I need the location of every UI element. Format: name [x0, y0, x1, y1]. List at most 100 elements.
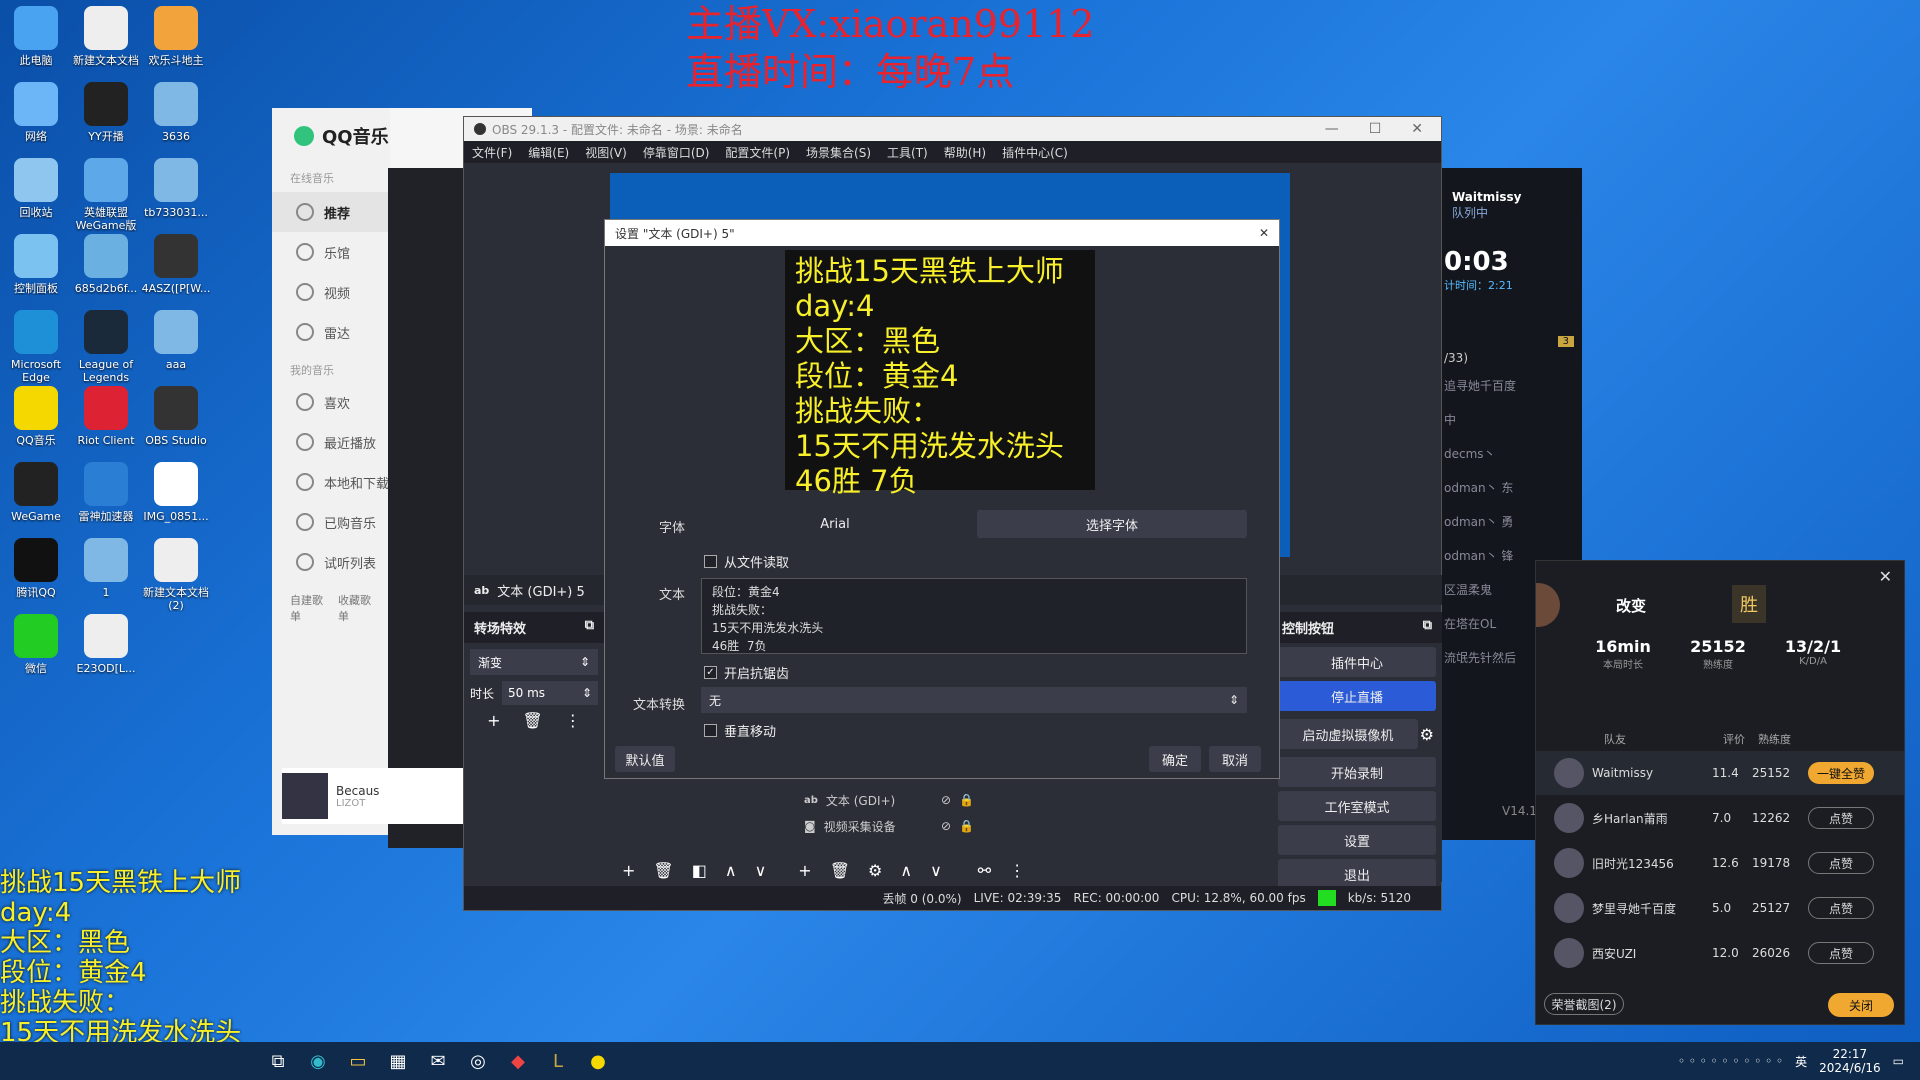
friend-item[interactable]: decms丶 [1442, 437, 1582, 471]
desktop-icon[interactable]: 欢乐斗地主 [137, 6, 215, 67]
more-icon[interactable]: ⋮ [565, 711, 581, 730]
desktop-icon[interactable]: 3636 [137, 82, 215, 143]
menu-item[interactable]: 视图(V) [577, 144, 635, 161]
menu-item[interactable]: 配置文件(P) [717, 144, 798, 161]
sidebar-item[interactable]: 推荐 [272, 192, 390, 232]
clock-date[interactable]: 2024/6/16 [1819, 1061, 1881, 1075]
sidebar-item[interactable]: 乐馆 [272, 232, 390, 272]
menu-item[interactable]: 停靠窗口(D) [635, 144, 718, 161]
trash-icon[interactable]: 🗑 [523, 711, 543, 730]
menu-item[interactable]: 文件(F) [464, 144, 520, 161]
sidebar-item[interactable]: 试听列表 [272, 542, 390, 582]
menu-item[interactable]: 插件中心(C) [994, 144, 1076, 161]
mixer-icon[interactable]: ⚯ [978, 861, 991, 880]
sidebar-item[interactable]: 雷达 [272, 312, 390, 352]
antialias-checkbox[interactable]: ✓ 开启抗锯齿 [704, 663, 789, 682]
studio-mode-button[interactable]: 工作室模式 [1278, 791, 1436, 821]
cancel-button[interactable]: 取消 [1209, 746, 1261, 772]
undock-icon[interactable]: ⧉ [585, 618, 594, 637]
riot-icon[interactable]: ◆ [498, 1042, 538, 1080]
tab-created-playlists[interactable]: 自建歌单 [290, 592, 324, 624]
menu-item[interactable]: 编辑(E) [520, 144, 577, 161]
undock-icon[interactable]: ⧉ [1423, 618, 1432, 637]
qq-music-icon[interactable]: ● [578, 1042, 618, 1080]
friend-item[interactable]: 中 [1442, 403, 1582, 437]
mail-icon[interactable]: ✉ [418, 1042, 458, 1080]
task-view-icon[interactable]: ⧉ [258, 1042, 298, 1080]
sidebar-item[interactable]: 本地和下载 [272, 462, 390, 502]
gear-icon[interactable]: ⚙ [868, 861, 882, 880]
desktop-icon[interactable]: YY开播 [67, 82, 145, 143]
minimize-icon[interactable]: — [1325, 121, 1339, 137]
list-item[interactable]: ab 文本 (GDI+) ⊘ 🔒 [804, 787, 974, 813]
spin-icon[interactable]: ⇕ [582, 686, 592, 700]
desktop-icon[interactable]: 1 [67, 538, 145, 599]
trash-icon[interactable]: 🗑 [830, 861, 850, 880]
ime-indicator[interactable]: 英 [1795, 1053, 1807, 1070]
text-input[interactable]: 段位：黄金4 挑战失败： 15天不用洗发水洗头 46胜 7负 [701, 578, 1247, 654]
lock-icon[interactable]: 🔒 [959, 793, 974, 807]
desktop-icon[interactable]: 英雄联盟WeGame版 [67, 158, 145, 232]
add-icon[interactable]: + [622, 861, 635, 880]
list-item[interactable]: ◙ 视频采集设备 ⊘ 🔒 [804, 813, 974, 839]
desktop-icon[interactable]: WeGame [0, 462, 75, 523]
menu-item[interactable]: 场景集合(S) [798, 144, 879, 161]
more-icon[interactable]: ⋮ [1009, 861, 1025, 880]
desktop-icon[interactable]: 腾讯QQ [0, 538, 75, 599]
read-from-file-checkbox[interactable]: 从文件读取 [704, 552, 789, 571]
plugin-center-button[interactable]: 插件中心 [1278, 647, 1436, 677]
transition-select[interactable]: 渐变 ⇕ [470, 649, 598, 675]
tray-icons[interactable]: ◦ ◦ ◦ ◦ ◦ ◦ ◦ ◦ ◦ ◦ [1678, 1054, 1783, 1068]
obs-icon[interactable]: ◎ [458, 1042, 498, 1080]
up-icon[interactable]: ∧ [725, 861, 737, 880]
desktop-icon[interactable]: 4ASZ([P[W... [137, 234, 215, 295]
trash-icon[interactable]: 🗑 [653, 861, 673, 880]
desktop-icon[interactable]: 685d2b6f... [67, 234, 145, 295]
desktop-icon[interactable]: Microsoft Edge [0, 310, 75, 384]
menu-item[interactable]: 帮助(H) [936, 144, 994, 161]
desktop-icon[interactable]: Riot Client [67, 386, 145, 447]
virtual-camera-button[interactable]: 启动虚拟摄像机 [1278, 719, 1418, 749]
tab-collected-playlists[interactable]: 收藏歌单 [338, 592, 372, 624]
down-icon[interactable]: ∨ [930, 861, 942, 880]
desktop-icon[interactable]: QQ音乐 [0, 386, 75, 447]
lock-icon[interactable]: 🔒 [959, 819, 974, 833]
close-icon[interactable]: ✕ [1259, 226, 1269, 240]
settings-button[interactable]: 设置 [1278, 825, 1436, 855]
desktop-icon[interactable]: aaa [137, 310, 215, 371]
desktop-icon[interactable]: IMG_0851... [137, 462, 215, 523]
exit-button[interactable]: 退出 [1278, 859, 1436, 889]
file-explorer-icon[interactable]: ▭ [338, 1042, 378, 1080]
add-icon[interactable]: + [798, 861, 811, 880]
edge-icon[interactable]: ◉ [298, 1042, 338, 1080]
vertical-checkbox[interactable]: 垂直移动 [704, 723, 776, 737]
add-icon[interactable]: + [487, 711, 500, 730]
sidebar-item[interactable]: 最近播放 [272, 422, 390, 462]
desktop-icon[interactable]: 回收站 [0, 158, 75, 219]
stop-streaming-button[interactable]: 停止直播 [1278, 681, 1436, 711]
desktop-icon[interactable]: tb733031... [137, 158, 215, 219]
sidebar-item[interactable]: 视频 [272, 272, 390, 312]
sidebar-item[interactable]: 已购音乐 [272, 502, 390, 542]
down-icon[interactable]: ∨ [755, 861, 767, 880]
menu-item[interactable]: 工具(T) [879, 144, 936, 161]
start-recording-button[interactable]: 开始录制 [1278, 757, 1436, 787]
sidebar-item[interactable]: 喜欢 [272, 382, 390, 422]
up-icon[interactable]: ∧ [900, 861, 912, 880]
desktop-icon[interactable]: 雷神加速器 [67, 462, 145, 523]
like-button[interactable]: 一键全赞 [1808, 762, 1874, 784]
ok-button[interactable]: 确定 [1149, 746, 1201, 772]
choose-font-button[interactable]: 选择字体 [977, 510, 1247, 538]
desktop-icon[interactable]: League of Legends [67, 310, 145, 384]
close-icon[interactable]: ✕ [1879, 567, 1892, 586]
honor-screenshot-button[interactable]: 荣誉截图(2) [1544, 993, 1624, 1015]
desktop-icon[interactable]: 网络 [0, 82, 75, 143]
eye-hidden-icon[interactable]: ⊘ [941, 819, 951, 833]
desktop-icon[interactable]: 此电脑 [0, 6, 75, 67]
store-icon[interactable]: ▦ [378, 1042, 418, 1080]
filter-icon[interactable]: ◧ [692, 861, 707, 880]
transform-select[interactable]: 无 ⇕ [701, 687, 1247, 713]
like-button[interactable]: 点赞 [1808, 897, 1874, 919]
like-button[interactable]: 点赞 [1808, 942, 1874, 964]
desktop-icon[interactable]: OBS Studio [137, 386, 215, 447]
